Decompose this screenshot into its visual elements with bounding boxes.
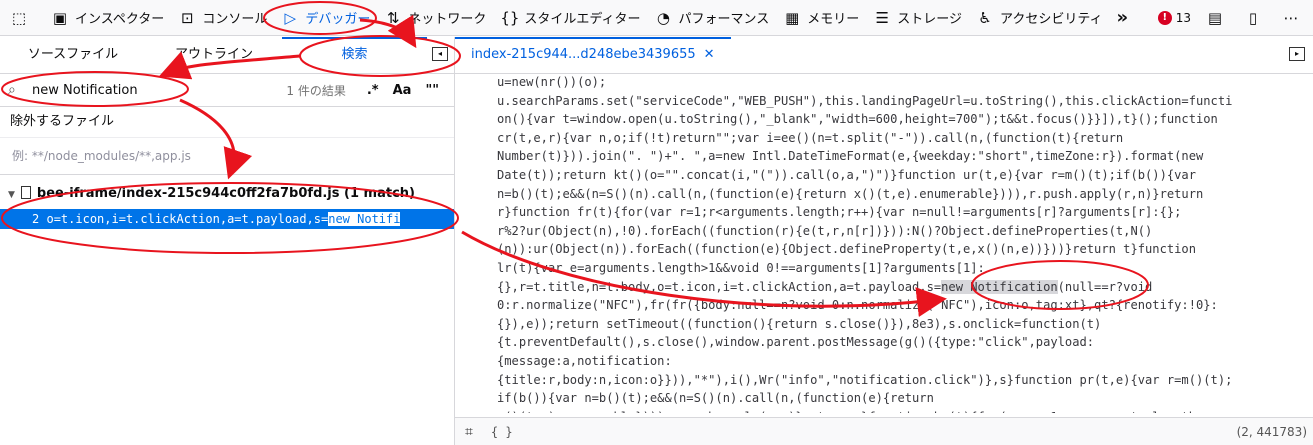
tab-inspector[interactable]: ▣ インスペクター <box>44 0 171 36</box>
tab-style-editor-label: スタイルエディター <box>524 12 641 27</box>
code-line: {message:a,notification: <box>497 353 672 368</box>
search-input[interactable]: new Notification <box>32 83 138 98</box>
expand-triangle-icon: ▼ <box>8 190 15 200</box>
code-line: {}),e));return setTimeout((function(){re… <box>497 316 1102 331</box>
tab-network-label: ネットワーク <box>408 12 487 27</box>
style-editor-icon: {} <box>500 8 520 27</box>
tab-storage[interactable]: ☰ ストレージ <box>866 0 969 36</box>
dock-icon: ▯ <box>1248 8 1258 27</box>
performance-icon: ◔ <box>656 8 670 27</box>
menu-dots-icon: ⋯ <box>1283 8 1299 27</box>
code-line: Number(t)})).join(". ")+". ",a=new Intl.… <box>497 149 1204 164</box>
search-result-file[interactable]: ▼ bee-iframe/index-215c944c0ff2fa7b0fd.js… <box>0 181 454 207</box>
console-icon: ⊡ <box>181 8 194 27</box>
tab-performance[interactable]: ◔ パフォーマンス <box>647 0 776 36</box>
code-line: Date(t));return kt()(o="".concat(i,"("))… <box>497 167 1196 182</box>
code-line: lr(t){var e=arguments.length>1&&void 0!=… <box>497 260 985 275</box>
tab-debugger[interactable]: ▷ デバッガー <box>274 0 377 36</box>
network-icon: ⇅ <box>387 8 400 27</box>
collapse-right-sidebar-icon[interactable]: ▸ <box>1289 47 1305 61</box>
search-icon: ⌕ <box>8 82 16 98</box>
match-line-number: 2 <box>32 212 40 226</box>
code-line: (n)):ur(Object(n)).forEach((function(e){… <box>497 242 1196 257</box>
pretty-print-icon[interactable]: ⌗ <box>465 424 473 440</box>
sources-tabs: ソースファイル アウトライン 検索 ◂ <box>0 37 454 74</box>
code-line: r}function fr(t){for(var r=1;r<arguments… <box>497 205 1182 220</box>
tab-accessibility[interactable]: ♿ アクセシビリティ <box>969 0 1110 36</box>
devtools-menu-button[interactable]: ⋯ <box>1275 0 1313 36</box>
element-picker-icon: ⬚ <box>11 8 27 27</box>
tab-accessibility-label: アクセシビリティ <box>999 12 1103 27</box>
element-picker-button[interactable]: ⬚ <box>0 0 44 36</box>
editor-tabs: index-215c944...d248ebe3439655 ✕ ▸ <box>455 37 1313 74</box>
tab-memory[interactable]: ▦ メモリー <box>776 0 866 36</box>
search-result-match[interactable]: 2 o=t.icon,i=t.clickAction,a=t.payload,s… <box>0 209 454 229</box>
editor-pane: index-215c944...d248ebe3439655 ✕ ▸ u=new(… <box>455 37 1313 445</box>
code-line: {},r=t.title,n=t.body,o=t.icon,i=t.click… <box>497 279 1153 294</box>
more-tools-label: » <box>1116 7 1129 28</box>
dock-button[interactable]: ▯ <box>1237 0 1275 36</box>
code-line: x()(t,e).enumerable}))),r.push.apply(r,n… <box>497 408 1307 413</box>
code-line: 0:r.normalize("NFC"),fr(fr({body:null==n… <box>497 298 1218 313</box>
code-line: u=new(nr())(o); <box>497 75 607 89</box>
search-result-count: 1 件の結果 <box>286 83 346 98</box>
pretty-print-button[interactable]: { } <box>491 425 513 439</box>
tab-inspector-label: インスペクター <box>75 12 165 27</box>
more-tools-button[interactable]: » <box>1110 0 1136 36</box>
storage-icon: ☰ <box>875 8 889 27</box>
search-result-file-name: bee-iframe/index-215c944c0ff2fa7b0fd.js … <box>36 186 415 201</box>
project-search-bar: ⌕ new Notification 1 件の結果 .* Aa "" <box>0 74 454 107</box>
editor-statusbar: ⌗ { } (2, 441783) <box>455 417 1313 445</box>
code-line: n=b()(t);e&&(n=S()(n).call(n,(function(e… <box>497 186 1204 201</box>
case-sensitive-toggle[interactable]: Aa <box>393 83 412 98</box>
tab-style-editor[interactable]: {} スタイルエディター <box>493 0 647 36</box>
tab-console[interactable]: ⊡ コンソール <box>171 0 274 36</box>
tab-console-label: コンソール <box>202 12 268 27</box>
tab-debugger-label: デバッガー <box>305 12 371 27</box>
cursor-position: (2, 441783) <box>1236 424 1307 439</box>
error-count: 13 <box>1175 10 1191 25</box>
code-line: on(){var t=window.open(u.toString(),"_bl… <box>497 112 1218 127</box>
match-highlight: new Notifi <box>328 212 401 226</box>
tab-outline[interactable]: アウトライン <box>146 37 282 73</box>
code-line: u.searchParams.set("serviceCode","WEB_PU… <box>497 93 1233 108</box>
split-console-button[interactable]: ▤ <box>1199 0 1237 36</box>
split-console-icon: ▤ <box>1207 8 1223 27</box>
whole-word-toggle[interactable]: "" <box>425 83 439 98</box>
code-line: cr(t,e,r){var n,o;if(!t)return"";var i=e… <box>497 130 1124 145</box>
devtools-toolbar: ⬚ ▣ インスペクター ⊡ コンソール ▷ デバッガー ⇅ ネットワーク {} … <box>0 0 1313 36</box>
editor-tab[interactable]: index-215c944...d248ebe3439655 ✕ <box>455 37 731 73</box>
exclude-files-label[interactable]: 除外するファイル <box>0 107 454 138</box>
tab-search[interactable]: 検索 <box>282 37 427 73</box>
inspector-icon: ▣ <box>52 8 68 27</box>
code-match-highlight: new Notification <box>941 279 1058 294</box>
tab-network[interactable]: ⇅ ネットワーク <box>377 0 493 36</box>
sources-pane: ソースファイル アウトライン 検索 ◂ ⌕ new Notification 1… <box>0 37 455 445</box>
file-icon <box>20 186 31 199</box>
code-line: {title:r,body:n,icon:o}})),"*"),i(),Wr("… <box>497 372 1233 387</box>
tab-storage-label: ストレージ <box>897 12 962 27</box>
memory-icon: ▦ <box>785 8 800 27</box>
code-line: if(b()){var n=b()(t);e&&(n=S()(n).call(n… <box>497 391 934 406</box>
match-prefix: o=t.icon,i=t.clickAction,a=t.payload,s= <box>46 212 329 226</box>
editor-tab-label: index-215c944...d248ebe3439655 <box>471 47 696 62</box>
accessibility-icon: ♿ <box>978 8 992 27</box>
code-editor[interactable]: u=new(nr())(o); u.searchParams.set("servi… <box>497 73 1307 413</box>
close-tab-icon[interactable]: ✕ <box>704 47 715 62</box>
regex-toggle[interactable]: .* <box>367 83 379 98</box>
error-icon: ! <box>1157 10 1172 25</box>
debugger-icon: ▷ <box>284 8 297 27</box>
error-count-badge[interactable]: ! 13 <box>1150 10 1199 25</box>
exclude-files-input[interactable]: 例: **/node_modules/**,app.js <box>0 138 454 175</box>
collapse-sidebar-icon[interactable]: ◂ <box>432 47 448 61</box>
tab-performance-label: パフォーマンス <box>678 12 770 27</box>
code-line: {t.preventDefault(),s.close(),window.par… <box>497 335 1095 350</box>
tab-sources[interactable]: ソースファイル <box>0 37 146 73</box>
code-line: r%2?ur(Object(n),!0).forEach((function(r… <box>497 223 1153 238</box>
tab-memory-label: メモリー <box>807 12 860 27</box>
